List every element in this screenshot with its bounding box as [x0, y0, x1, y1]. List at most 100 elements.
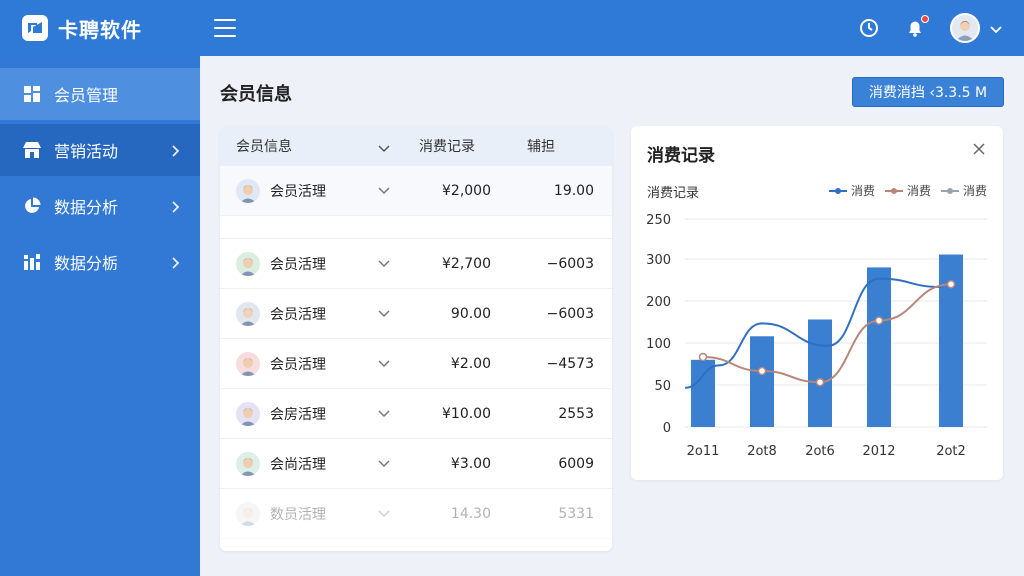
table-row[interactable]: 会员活理 ¥2.00 −4573 [220, 339, 612, 389]
extra-cell: 2553 [558, 405, 594, 422]
sidebar: 会员管理 营销活动 数据分析 数据分栃 [0, 56, 200, 576]
member-name: 会员活理 [270, 306, 326, 323]
extra-cell: −6003 [546, 255, 594, 272]
sidebar-item-label: 数据分栃 [54, 254, 119, 273]
sidebar-item-data-analysis[interactable]: 数据分析 [0, 180, 200, 232]
x-tick-label: 2ot8 [747, 444, 777, 459]
extra-cell: −6003 [546, 305, 594, 322]
member-table: 会员信息 消费记录 辅担 会员活理 ¥2,000 19.00 会员活理 ¥2,700 −6… [220, 126, 612, 551]
bar-line-chart: 250 300 200 100 50 0 2o11 2ot8 2ot6 2012 2ot2 [646, 213, 987, 459]
header-actions [834, 13, 1024, 43]
avatar [236, 451, 260, 476]
x-tick-label: 2o11 [687, 444, 720, 459]
page-title: 会员信息 [220, 84, 292, 105]
sidebar-item-label: 数据分析 [54, 198, 119, 217]
clock-icon[interactable] [858, 17, 880, 39]
x-tick-label: 2ot6 [805, 444, 835, 459]
chevron-down-icon[interactable] [378, 456, 390, 472]
x-tick-label: 2012 [862, 444, 895, 459]
series-point[interactable] [698, 352, 708, 362]
series-point[interactable] [757, 366, 767, 376]
consume-action-button[interactable]: 消费消挡 ‹3.3.5 M [852, 77, 1004, 107]
sidebar-item-data-analysis-2[interactable]: 数据分栃 [0, 236, 200, 288]
chart-bar[interactable] [808, 319, 832, 427]
chevron-down-icon[interactable] [378, 141, 390, 157]
chart-bar[interactable] [750, 336, 774, 427]
amount-cell: 14.30 [450, 505, 491, 522]
series-point[interactable] [874, 316, 884, 325]
column-header-member[interactable]: 会员信息 [220, 136, 405, 156]
chevron-down-icon[interactable] [378, 183, 390, 199]
table-row[interactable]: 会房活理 ¥10.00 2553 [220, 389, 612, 439]
y-tick-label: 50 [654, 379, 671, 394]
amount-cell: 90.00 [450, 305, 491, 322]
avatar [236, 401, 260, 426]
user-avatar[interactable] [950, 13, 980, 43]
member-name: 会尚活理 [270, 456, 326, 473]
member-cell: 会员活理 [220, 251, 405, 276]
sidebar-item-label: 营销活动 [54, 142, 119, 161]
extra-cell: −4573 [546, 355, 594, 372]
member-cell: 会员活理 [220, 178, 405, 203]
chevron-right-icon [172, 198, 180, 217]
menu-toggle-icon[interactable] [214, 19, 236, 37]
chevron-right-icon [172, 142, 180, 161]
chevron-down-icon[interactable] [378, 506, 390, 522]
table-spacer-row [220, 216, 612, 239]
chart-bar[interactable] [867, 267, 891, 427]
chevron-down-icon[interactable] [378, 356, 390, 372]
app-logo-icon [22, 15, 48, 41]
table-row[interactable]: 会尚活理 ¥3.00 6009 [220, 439, 612, 489]
table-row[interactable]: 数员活理 14.30 5331 [220, 489, 612, 539]
amount-cell: ¥10.00 [442, 405, 491, 422]
chevron-down-icon[interactable] [990, 19, 1002, 38]
chevron-down-icon[interactable] [378, 256, 390, 272]
y-tick-label: 300 [646, 253, 671, 268]
member-name: 会员活理 [270, 183, 326, 200]
chart-bar[interactable] [691, 359, 715, 427]
table-header: 会员信息 消费记录 辅担 [220, 126, 612, 166]
member-name: 数员活理 [270, 506, 326, 523]
member-name: 会房活理 [270, 406, 326, 423]
chevron-down-icon[interactable] [378, 306, 390, 322]
column-header-records[interactable]: 消费记录 [405, 136, 507, 156]
avatar [236, 351, 260, 376]
member-cell: 数员活理 [220, 501, 405, 526]
amount-cell: ¥2,000 [442, 182, 491, 199]
pie-icon [22, 196, 42, 216]
chevron-right-icon [172, 254, 180, 273]
series-point[interactable] [815, 377, 825, 387]
y-tick-label: 200 [646, 295, 671, 310]
amount-cell: ¥2.00 [450, 355, 491, 372]
x-tick-label: 2ot2 [936, 444, 966, 459]
amount-cell: ¥3.00 [450, 455, 491, 472]
avatar [236, 501, 260, 526]
brand[interactable]: 卡聘软件 [0, 14, 200, 43]
consumption-chart-card: 消费记录 消费记录 消费 消费 消费 250 300 200 100 50 0 2o11 2o… [631, 126, 1003, 480]
chart-icon [22, 252, 42, 272]
extra-cell: 19.00 [553, 182, 594, 199]
table-row[interactable]: 会员活理 ¥2,700 −6003 [220, 239, 612, 289]
sidebar-item-member-management[interactable]: 会员管理 [0, 68, 200, 120]
member-name: 会员活理 [270, 356, 326, 373]
app-name: 卡聘软件 [58, 17, 142, 42]
table-row[interactable]: 会员活理 90.00 −6003 [220, 289, 612, 339]
amount-cell: ¥2,700 [442, 255, 491, 272]
grid-icon [22, 84, 42, 104]
notification-dot [921, 15, 929, 23]
table-row[interactable]: 会员活理 ¥2,000 19.00 [220, 166, 612, 216]
bell-icon[interactable] [904, 15, 929, 39]
member-cell: 会员活理 [220, 351, 405, 376]
column-header-extra[interactable]: 辅担 [507, 136, 612, 156]
sidebar-item-marketing[interactable]: 营销活动 [0, 124, 200, 176]
sidebar-item-label: 会员管理 [54, 86, 119, 105]
extra-cell: 6009 [558, 455, 594, 472]
series-point[interactable] [946, 279, 956, 289]
member-name: 会员活理 [270, 256, 326, 273]
avatar [236, 301, 260, 326]
chevron-down-icon[interactable] [378, 406, 390, 422]
top-bar: 卡聘软件 [0, 0, 1024, 56]
y-tick-label: 0 [663, 421, 671, 436]
y-tick-label: 250 [646, 213, 671, 228]
avatar [236, 251, 260, 276]
